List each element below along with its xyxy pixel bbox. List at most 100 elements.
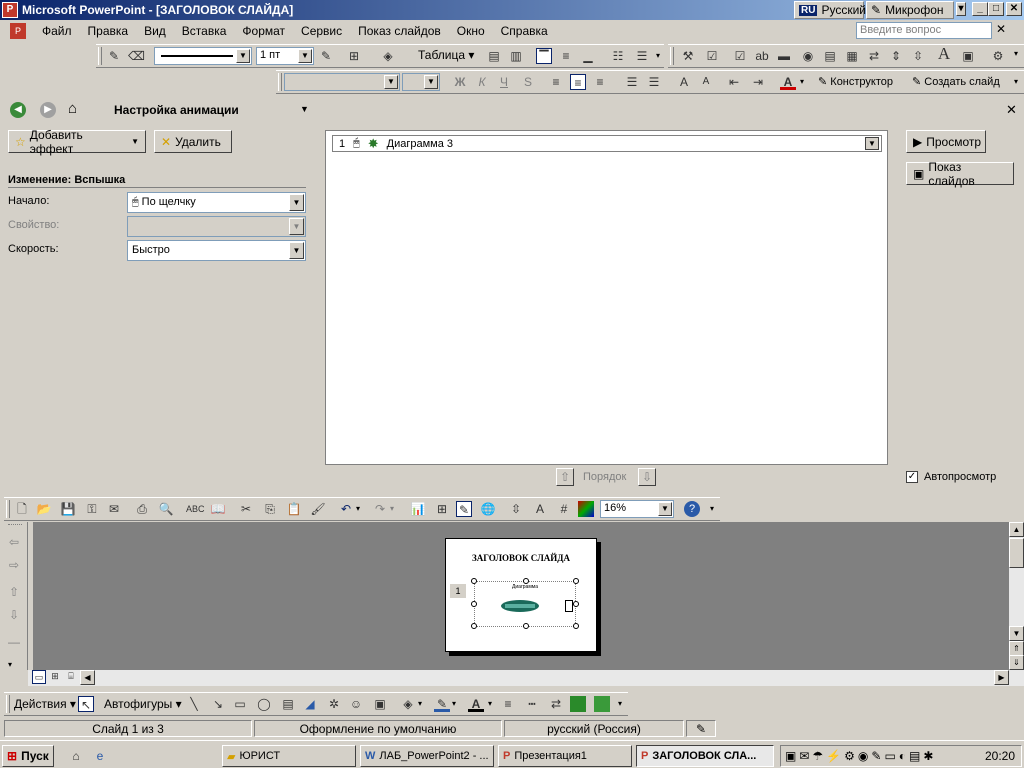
- select-pointer-icon[interactable]: ↖: [78, 696, 94, 712]
- permission-icon[interactable]: ⚿: [84, 501, 100, 517]
- tray-icon[interactable]: ✉: [799, 749, 809, 763]
- slide-canvas[interactable]: ЗАГОЛОВОК СЛАЙДА 1 Диаграмма: [445, 538, 597, 652]
- start-button[interactable]: ⊞ Пуск: [2, 745, 54, 767]
- split-cells-icon[interactable]: ▥: [508, 48, 524, 64]
- language-indicator[interactable]: RU Русский: [794, 1, 866, 19]
- print-preview-icon[interactable]: 🔍: [158, 501, 174, 517]
- line-color-icon[interactable]: ✎: [434, 696, 450, 712]
- align-right-icon[interactable]: ≡: [592, 74, 608, 90]
- line-style-select[interactable]: ▼: [154, 47, 252, 65]
- table-menu-button[interactable]: Таблица ▾: [418, 48, 474, 62]
- new-document-icon[interactable]: 🗋: [14, 501, 30, 517]
- actions-menu[interactable]: Действия ▾: [14, 697, 76, 711]
- internet-explorer-icon[interactable]: e: [92, 748, 108, 764]
- fill-color-icon[interactable]: ◈: [400, 696, 416, 712]
- horizontal-scrollbar[interactable]: ▭ ⊞ ⌸ ◀ ▶: [28, 670, 1024, 686]
- maximize-button[interactable]: □: [988, 2, 1004, 16]
- animation-list[interactable]: 1 🖱 ✸ Диаграмма 3 ▼: [325, 130, 888, 465]
- insert-table-icon[interactable]: ⊞: [434, 501, 450, 517]
- align-top-icon[interactable]: ▔: [536, 48, 552, 64]
- menu-tools[interactable]: Сервис: [293, 24, 350, 38]
- tray-icon[interactable]: ▣: [785, 749, 796, 763]
- print-icon[interactable]: ⎙: [134, 501, 150, 517]
- align-center-icon[interactable]: ≡: [570, 74, 586, 90]
- preview-button[interactable]: ▶ Просмотр: [906, 130, 986, 153]
- textbox-icon[interactable]: ▤: [280, 696, 296, 712]
- font-color-dropdown-icon[interactable]: ▾: [488, 699, 492, 708]
- taskpane-menu-chevron-down-icon[interactable]: ▼: [300, 104, 309, 114]
- toolbar-grip[interactable]: [6, 695, 10, 713]
- tray-icon[interactable]: ▭: [884, 749, 895, 763]
- taskbar-item-folder[interactable]: ▰ ЮРИСТ: [222, 745, 356, 767]
- borders-icon[interactable]: ⊞: [346, 48, 362, 64]
- 3d-style-icon[interactable]: [594, 696, 610, 712]
- selection-handle[interactable]: [523, 578, 529, 584]
- scroll-thumb[interactable]: [1009, 538, 1024, 568]
- increase-indent-icon[interactable]: ⇥: [750, 74, 766, 90]
- research-icon[interactable]: 📖: [210, 501, 226, 517]
- home-icon[interactable]: ⌂: [68, 100, 77, 117]
- save-icon[interactable]: 💾: [60, 501, 76, 517]
- toolbar-options-icon[interactable]: ▾: [1014, 77, 1018, 86]
- menu-view[interactable]: Вид: [136, 24, 174, 38]
- toolbar-options-icon[interactable]: ▾: [1014, 49, 1018, 58]
- menu-edit[interactable]: Правка: [80, 24, 137, 38]
- tray-icon[interactable]: ✎: [871, 749, 881, 763]
- spelling-icon[interactable]: ABC: [186, 501, 205, 517]
- toolbar-grip[interactable]: [6, 500, 10, 518]
- demote-icon[interactable]: ⇨: [6, 557, 22, 573]
- shadow-button[interactable]: S: [520, 74, 536, 90]
- add-effect-button[interactable]: ☆ Добавить эффект ▼: [8, 128, 146, 156]
- paste-icon[interactable]: 📋: [286, 501, 302, 517]
- ask-question-input[interactable]: Введите вопрос: [856, 22, 992, 39]
- line-icon[interactable]: ╲: [186, 696, 202, 712]
- toolbar-options-icon[interactable]: ▾: [618, 699, 622, 708]
- font-color-dropdown-icon[interactable]: ▾: [800, 77, 804, 86]
- forward-icon[interactable]: ▶: [40, 102, 56, 118]
- scroll-right-icon[interactable]: ▶: [994, 670, 1009, 685]
- remove-effect-button[interactable]: ✕ Удалить: [154, 130, 232, 153]
- chevron-down-icon[interactable]: ▼: [865, 137, 879, 150]
- speed-select[interactable]: Быстро ▼: [127, 240, 306, 261]
- oval-icon[interactable]: ◯: [256, 696, 272, 712]
- cut-icon[interactable]: ✂: [238, 501, 254, 517]
- next-slide-icon[interactable]: ⇓: [1009, 655, 1024, 670]
- draw-table-icon[interactable]: ✎: [106, 48, 122, 64]
- selection-handle[interactable]: [573, 623, 579, 629]
- slide-title[interactable]: ЗАГОЛОВОК СЛАЙДА: [446, 553, 596, 563]
- expand-all-icon[interactable]: ⇳: [508, 501, 524, 517]
- animation-list-item[interactable]: 1 🖱 ✸ Диаграмма 3 ▼: [332, 135, 882, 152]
- back-icon[interactable]: ◀: [10, 102, 26, 118]
- menu-slideshow[interactable]: Показ слайдов: [350, 24, 449, 38]
- button-control-icon[interactable]: ▬: [776, 48, 792, 64]
- picture-icon[interactable]: ▣: [372, 696, 388, 712]
- zoom-select[interactable]: 16% ▼: [600, 500, 674, 518]
- taskbar-item-word[interactable]: W ЛАБ_PowerPoint2 - ...: [360, 745, 494, 767]
- diagram-icon[interactable]: ✲: [326, 696, 342, 712]
- move-down-outline-icon[interactable]: ⇩: [6, 607, 22, 623]
- line-color-dropdown-icon[interactable]: ▾: [452, 699, 456, 708]
- font-color-icon[interactable]: A: [468, 696, 484, 712]
- option-button-icon[interactable]: ◉: [800, 48, 816, 64]
- tray-icons[interactable]: ▣ ✉ ☂ ⚡ ⚙ ◉ ✎ ▭ ◐ ▤ ✱: [785, 749, 933, 763]
- toolbar-grip[interactable]: [278, 73, 282, 91]
- scrollbar-control-icon[interactable]: ⇳: [910, 48, 926, 64]
- listbox-control-icon[interactable]: ▤: [822, 48, 838, 64]
- eraser-icon[interactable]: ⌫: [128, 48, 145, 64]
- combobox-control-icon[interactable]: ▦: [844, 48, 860, 64]
- fill-dropdown-icon[interactable]: ▾: [418, 699, 422, 708]
- font-color-icon[interactable]: A: [780, 74, 796, 90]
- numbering-icon[interactable]: ☰: [624, 74, 640, 90]
- langbar-options-button[interactable]: ▾: [956, 2, 966, 16]
- scroll-left-icon[interactable]: ◀: [80, 670, 95, 685]
- clock[interactable]: 20:20: [985, 749, 1015, 763]
- selection-handle[interactable]: [573, 578, 579, 584]
- distribute-columns-icon[interactable]: ☰: [634, 48, 650, 64]
- italic-button[interactable]: К: [474, 74, 490, 90]
- textbox-control-icon[interactable]: ab: [754, 48, 770, 64]
- toolbar-options-icon[interactable]: ▾: [710, 504, 714, 513]
- menu-file[interactable]: Файл: [34, 24, 80, 38]
- email-icon[interactable]: ✉: [106, 501, 122, 517]
- font-name-select[interactable]: ▼: [284, 73, 400, 91]
- slideshow-view-icon[interactable]: ⌸: [64, 670, 78, 684]
